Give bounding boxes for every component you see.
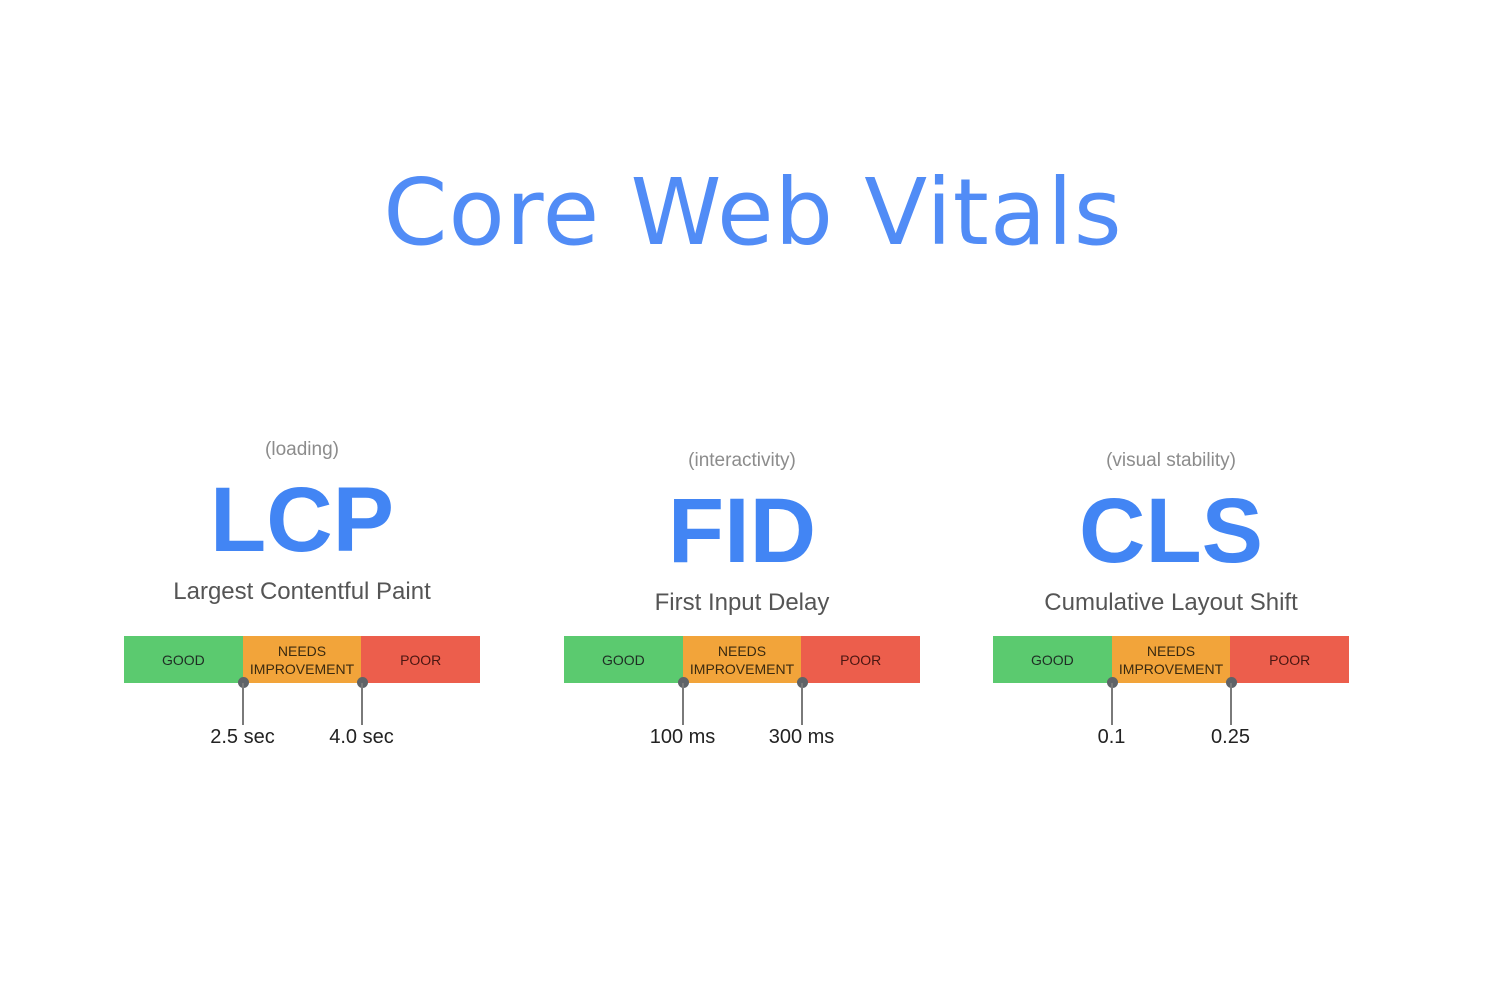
rating-bar: GOOD NEEDS IMPROVEMENT POOR (124, 636, 481, 683)
segment-needs-label: NEEDS IMPROVEMENT (690, 642, 794, 678)
marker-line (1110, 683, 1113, 725)
metric-category: (visual stability) (1106, 450, 1236, 471)
segment-poor-label: POOR (840, 651, 882, 668)
metric-full-name: Cumulative Layout Shift (1044, 589, 1298, 616)
threshold-scale: GOOD NEEDS IMPROVEMENT POOR 0.1 0.25 (993, 636, 1350, 776)
needs-line-2: IMPROVEMENT (689, 660, 795, 677)
needs-line-2: IMPROVEMENT (1118, 660, 1224, 677)
segment-poor: POOR (801, 636, 921, 683)
segment-poor-label: POOR (400, 651, 442, 668)
metric-category: (loading) (265, 439, 339, 460)
segment-good-label: GOOD (161, 651, 205, 668)
segment-good-label: GOOD (1030, 651, 1074, 668)
needs-line-2: IMPROVEMENT (249, 660, 355, 677)
marker-line (1229, 683, 1232, 725)
metric-category: (interactivity) (688, 450, 796, 471)
page-title: Core Web Vitals (383, 159, 1123, 266)
threshold-scale: GOOD NEEDS IMPROVEMENT POOR 2.5 sec 4.0 s… (124, 636, 481, 776)
marker-line (681, 683, 684, 725)
metric-abbreviation: LCP (210, 469, 394, 571)
segment-good: GOOD (564, 636, 683, 683)
segment-good: GOOD (124, 636, 243, 683)
segment-poor-label: POOR (1269, 651, 1311, 668)
segment-needs-improvement: NEEDS IMPROVEMENT (1111, 636, 1231, 683)
rating-bar: GOOD NEEDS IMPROVEMENT POOR (564, 636, 921, 683)
threshold-label: 100 ms (649, 726, 716, 748)
segment-good-label: GOOD (601, 651, 645, 668)
threshold-label: 2.5 sec (210, 726, 275, 748)
marker-line (800, 683, 803, 725)
metric-full-name: First Input Delay (654, 589, 830, 616)
metric-full-name: Largest Contentful Paint (173, 578, 431, 605)
segment-poor: POOR (1230, 636, 1350, 683)
threshold-label: 300 ms (768, 726, 835, 748)
segment-needs-label: NEEDS IMPROVEMENT (1119, 642, 1223, 678)
marker-line (360, 683, 363, 725)
threshold-scale: GOOD NEEDS IMPROVEMENT POOR 100 ms 300 ms (564, 636, 921, 776)
needs-line-1: NEEDS (717, 642, 767, 659)
segment-needs-improvement: NEEDS IMPROVEMENT (242, 636, 362, 683)
segment-needs-label: NEEDS IMPROVEMENT (250, 642, 354, 678)
needs-line-1: NEEDS (1146, 642, 1196, 659)
segment-needs-improvement: NEEDS IMPROVEMENT (682, 636, 802, 683)
segment-poor: POOR (361, 636, 481, 683)
marker-line (241, 683, 244, 725)
needs-line-1: NEEDS (277, 642, 327, 659)
threshold-label: 4.0 sec (329, 726, 394, 748)
threshold-label: 0.25 (1211, 726, 1250, 748)
rating-bar: GOOD NEEDS IMPROVEMENT POOR (993, 636, 1350, 683)
metric-abbreviation: CLS (1079, 480, 1263, 582)
metric-abbreviation: FID (667, 480, 817, 582)
threshold-label: 0.1 (1097, 726, 1126, 748)
segment-good: GOOD (993, 636, 1112, 683)
